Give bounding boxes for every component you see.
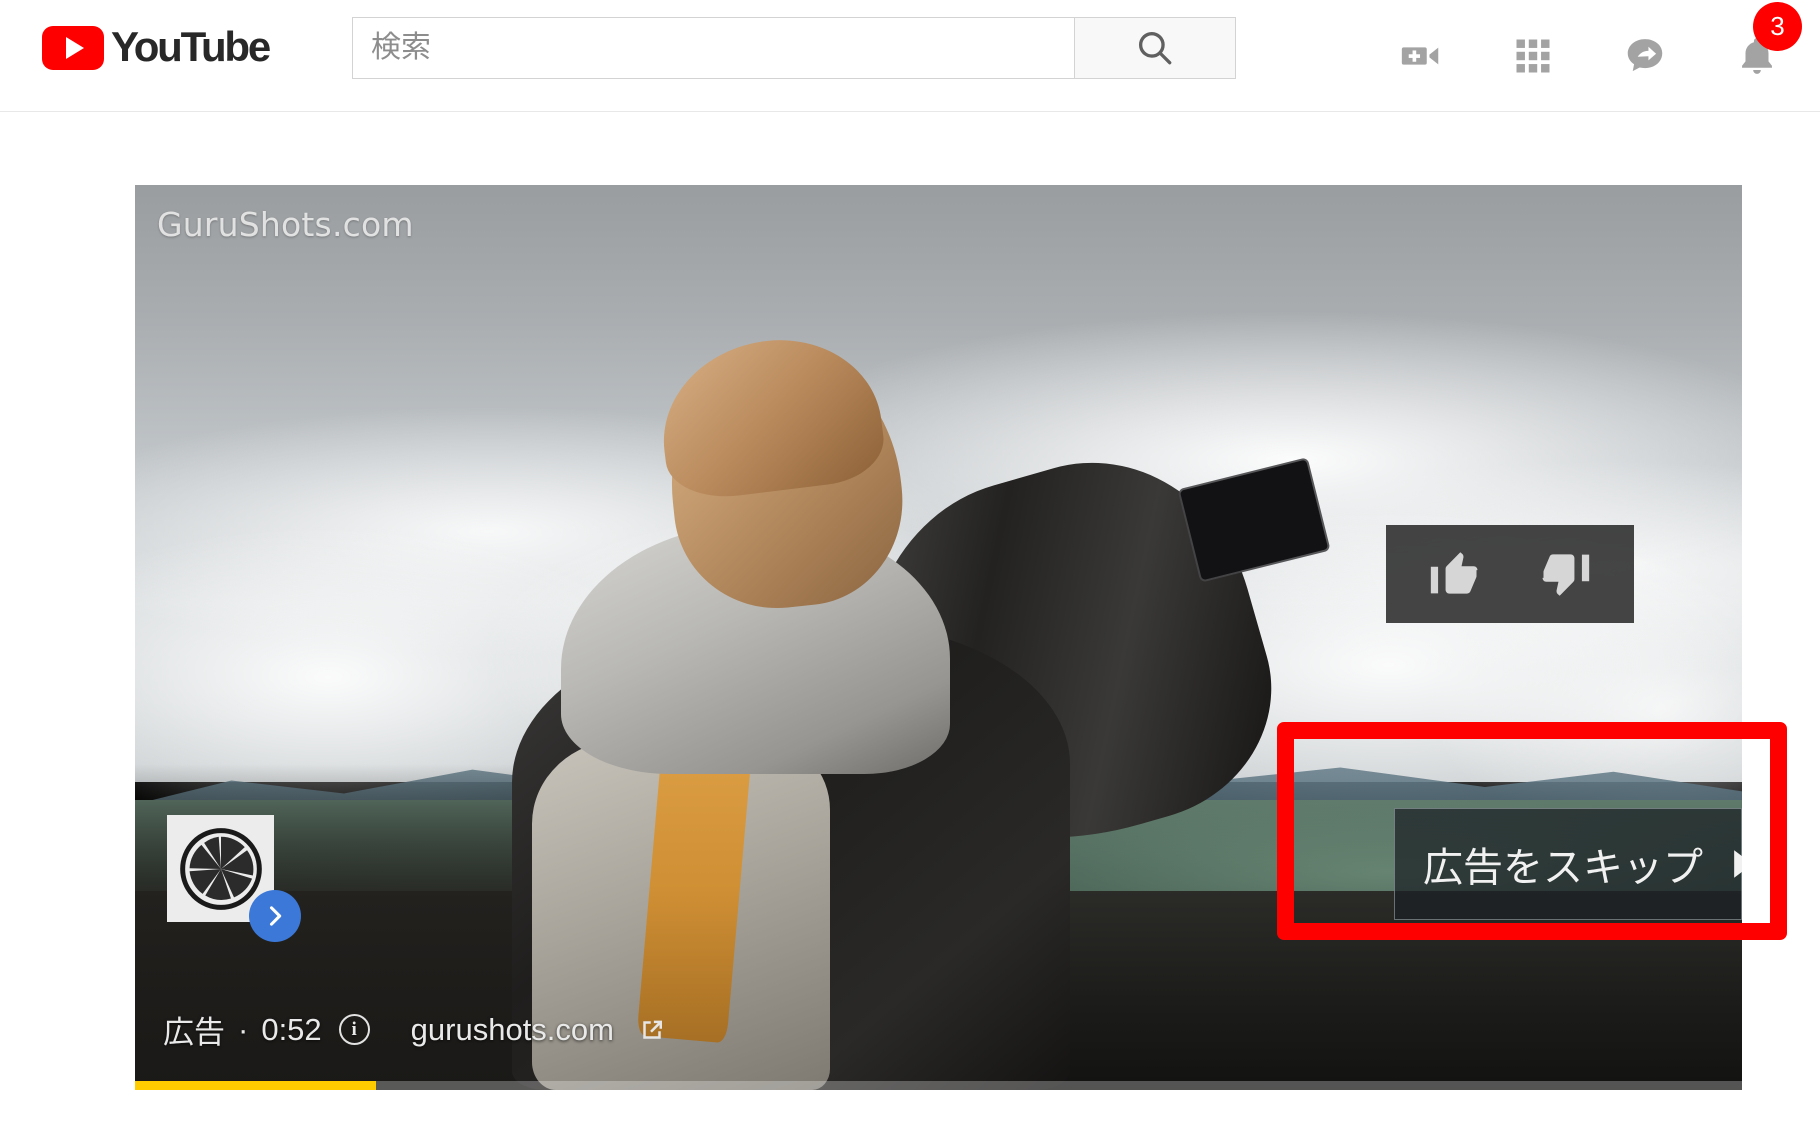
notification-count-badge: 3 — [1753, 2, 1802, 51]
search-input[interactable] — [352, 17, 1074, 79]
masthead-header: YouTube 検索 3 — [0, 0, 1820, 112]
ad-rating-overlay — [1386, 525, 1634, 623]
video-frame — [135, 185, 1742, 1090]
ad-info-icon[interactable]: i — [338, 1014, 370, 1045]
video-watermark: GuruShots.com — [157, 205, 414, 244]
messages-button[interactable] — [1622, 33, 1668, 79]
ad-info-bar: 広告 · 0:52 i gurushots.com — [163, 1007, 667, 1052]
ad-progress-fill — [135, 1081, 377, 1090]
notifications-button[interactable]: 3 — [1734, 2, 1802, 79]
ad-expand-button[interactable] — [249, 890, 301, 942]
ad-time-remaining: 0:52 — [261, 1011, 322, 1047]
subject-hair — [652, 327, 889, 504]
messages-icon — [1627, 39, 1663, 72]
youtube-page: YouTube 検索 3 GuruShots.com 広告 · 0:52 i g… — [0, 0, 1820, 1133]
skip-ad-label: 広告をスキップ — [1423, 845, 1703, 891]
youtube-play-logo-icon — [42, 26, 104, 70]
thumbs-down-icon[interactable] — [1536, 545, 1594, 603]
ad-separator: · — [238, 1011, 249, 1047]
external-link-icon[interactable] — [637, 1015, 667, 1045]
skip-next-icon — [1725, 842, 1742, 886]
chevron-right-icon — [269, 906, 282, 926]
ad-label: 広告 — [163, 1015, 225, 1050]
youtube-logo[interactable]: YouTube — [42, 23, 271, 70]
ad-advertiser-domain[interactable]: gurushots.com — [411, 1012, 614, 1048]
youtube-wordmark: YouTube — [111, 23, 271, 70]
apps-grid-button[interactable] — [1510, 33, 1556, 79]
search-button[interactable] — [1074, 17, 1236, 79]
create-video-icon — [1401, 47, 1439, 65]
subject-phone — [1180, 459, 1328, 580]
video-player[interactable]: GuruShots.com 広告 · 0:52 i gurushots.com … — [135, 185, 1742, 1090]
header-icon-group: 3 — [1398, 0, 1802, 112]
search-icon — [1138, 31, 1172, 65]
apps-grid-icon — [1516, 39, 1550, 73]
thumbs-up-icon[interactable] — [1426, 545, 1484, 603]
photographer-subject — [392, 257, 1388, 1090]
skip-ad-button[interactable]: 広告をスキップ — [1394, 808, 1742, 920]
create-video-button[interactable] — [1398, 33, 1444, 79]
ad-progress-track[interactable] — [135, 1081, 1742, 1090]
search-bar — [352, 17, 1236, 79]
